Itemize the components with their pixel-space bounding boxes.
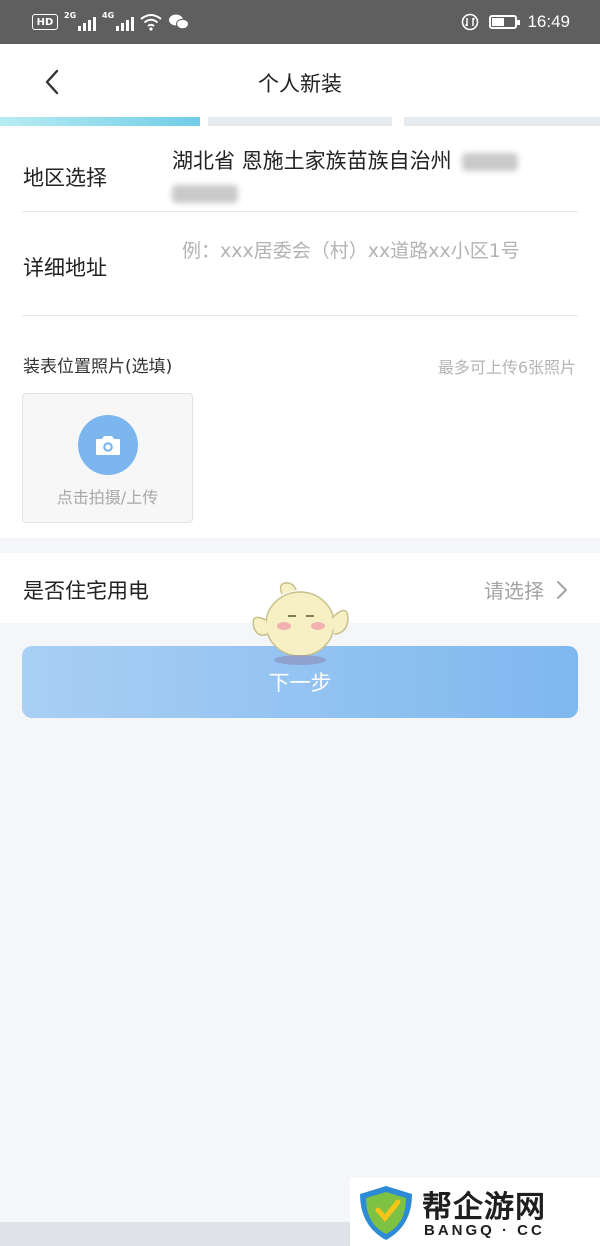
- wechat-icon: [169, 14, 189, 30]
- battery-icon: [489, 15, 521, 29]
- address-label: 详细地址: [23, 256, 107, 280]
- nav-bar: 个人新装: [0, 44, 600, 118]
- residential-select[interactable]: 请选择: [484, 575, 568, 604]
- region-label: 地区选择: [23, 166, 107, 190]
- upload-label: 点击拍摄/上传: [56, 488, 159, 507]
- signal-icon: 2G: [64, 11, 96, 31]
- network-type-label-2: 4G: [102, 11, 115, 20]
- watermark-title: 帮企游网: [422, 1190, 546, 1225]
- region-value: 湖北省 恩施土家族苗族自治州: [172, 149, 452, 173]
- data-saver-icon: [462, 13, 479, 31]
- camera-icon-circle: [78, 415, 138, 475]
- shield-logo-icon: [360, 1186, 412, 1240]
- step-progress: [0, 117, 600, 126]
- residential-value: 请选择: [484, 579, 544, 603]
- bottom-strip: [0, 1222, 350, 1246]
- divider: [22, 315, 578, 316]
- hd-icon: HD: [32, 14, 58, 30]
- redacted-text: [462, 153, 519, 171]
- watermark-domain: BANGQ · CC: [424, 1222, 545, 1239]
- divider: [22, 211, 578, 212]
- camera-icon: [96, 436, 120, 455]
- progress-step-3: [404, 117, 600, 126]
- page-title: 个人新装: [258, 72, 342, 96]
- address-input[interactable]: [182, 236, 582, 266]
- site-watermark: 帮企游网 BANGQ · CC: [350, 1178, 600, 1246]
- residential-label: 是否住宅用电: [23, 579, 149, 603]
- status-time: 16:49: [527, 12, 570, 31]
- chevron-right-icon: [557, 580, 567, 599]
- address-card: 地区选择 湖北省 恩施土家族苗族自治州 详细地址 装表位置照片(选填) 最多可上…: [0, 126, 600, 538]
- redacted-text: [172, 185, 238, 203]
- network-type-label: 2G: [64, 11, 77, 20]
- photo-limit-hint: 最多可上传6张照片: [437, 358, 576, 377]
- status-right: 16:49: [461, 10, 570, 34]
- photo-upload-button[interactable]: 点击拍摄/上传: [22, 393, 193, 523]
- region-select[interactable]: 湖北省 恩施土家族苗族自治州: [172, 146, 572, 206]
- wifi-icon: [140, 14, 162, 31]
- signal-icon-2: 4G: [102, 11, 134, 31]
- progress-step-2: [208, 117, 392, 126]
- status-indicators: HD 2G 4G: [32, 10, 190, 34]
- mascot-sticker: [252, 582, 349, 665]
- progress-step-1: [0, 117, 200, 126]
- photo-label: 装表位置照片(选填): [23, 357, 173, 377]
- status-bar: HD 2G 4G 16:49: [0, 0, 600, 44]
